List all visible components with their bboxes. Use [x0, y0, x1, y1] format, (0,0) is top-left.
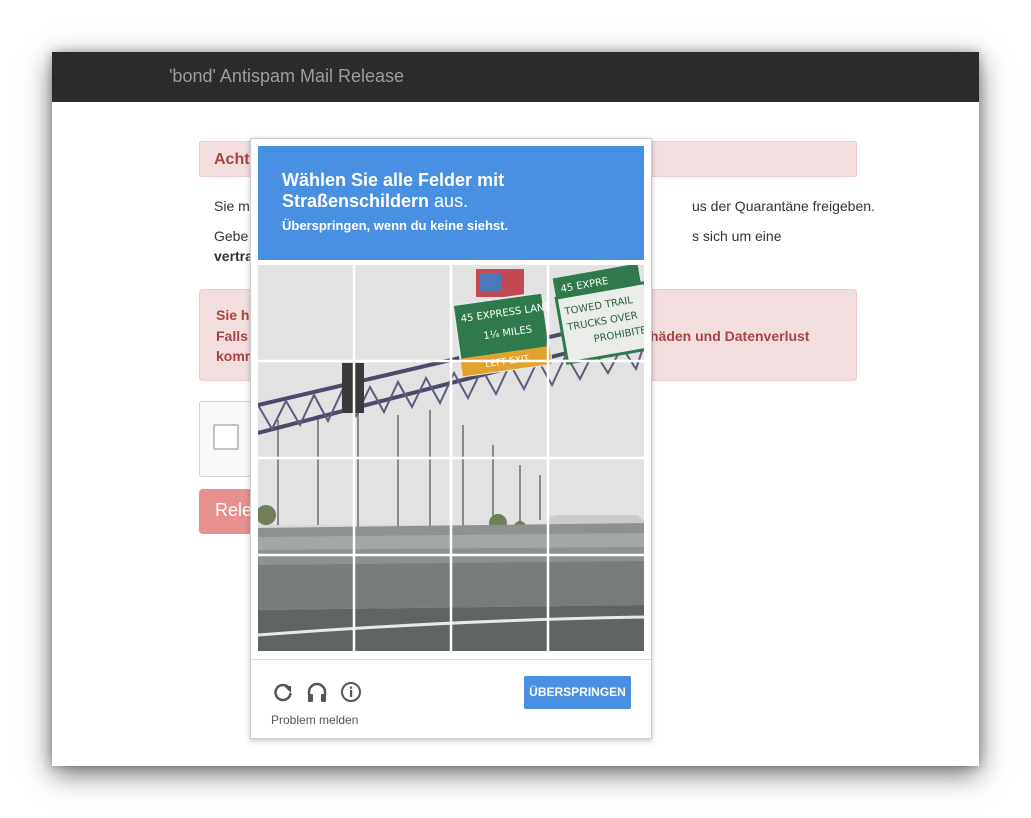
- challenge-keyword: Straßenschildern: [282, 191, 430, 211]
- challenge-keyword-line: Straßenschildern aus.: [282, 191, 468, 212]
- info-icon[interactable]: [340, 681, 362, 703]
- grid-tile-10[interactable]: [355, 459, 450, 554]
- paragraph1-left: Sie m: [214, 198, 250, 214]
- grid-tile-13[interactable]: [258, 556, 353, 651]
- top-navbar: 'bond' Antispam Mail Release: [52, 52, 979, 102]
- paragraph2-right: s sich um eine: [692, 228, 782, 244]
- grid-tile-15[interactable]: [452, 556, 547, 651]
- warning-line-1: Sie h: [216, 307, 250, 323]
- release-button-label: Rele: [215, 500, 253, 520]
- footer-divider: [251, 659, 651, 660]
- reload-icon[interactable]: [272, 681, 294, 703]
- report-problem-link[interactable]: Problem melden: [271, 713, 358, 727]
- headphones-icon[interactable]: [306, 681, 328, 703]
- grid-tile-14[interactable]: [355, 556, 450, 651]
- recaptcha-checkbox[interactable]: [213, 424, 239, 450]
- alert-heading: Acht: [214, 151, 250, 168]
- grid-tile-3[interactable]: [452, 265, 547, 360]
- grid-tile-16[interactable]: [549, 556, 644, 651]
- paragraph1-right: us der Quarantäne freigeben.: [692, 198, 875, 214]
- grid-tile-4[interactable]: [549, 265, 644, 360]
- grid-tile-8[interactable]: [549, 362, 644, 457]
- warning-line-2: Falls: [216, 328, 248, 344]
- recaptcha-challenge-popup: Wählen Sie alle Felder mit Straßenschild…: [250, 138, 652, 739]
- paragraph2-left: Gebe: [214, 228, 249, 244]
- grid-tile-11[interactable]: [452, 459, 547, 554]
- grid-tile-1[interactable]: [258, 265, 353, 360]
- grid-tile-6[interactable]: [355, 362, 450, 457]
- challenge-title-suffix: aus.: [429, 191, 469, 211]
- grid-tile-7[interactable]: [452, 362, 547, 457]
- grid-tile-12[interactable]: [549, 459, 644, 554]
- challenge-header: Wählen Sie alle Felder mit Straßenschild…: [258, 146, 644, 260]
- image-grid: 45 EXPRESS LANE 1¼ MILES LEFT EXIT 45 EX…: [258, 265, 644, 651]
- grid-tile-9[interactable]: [258, 459, 353, 554]
- app-title: 'bond' Antispam Mail Release: [169, 66, 405, 86]
- warning-line-2-right: häden und Datenverlust: [650, 328, 810, 344]
- challenge-title: Wählen Sie alle Felder mit: [282, 170, 505, 190]
- skip-button[interactable]: ÜBERSPRINGEN: [524, 676, 631, 709]
- grid-tile-2[interactable]: [355, 265, 450, 360]
- grid-tile-5[interactable]: [258, 362, 353, 457]
- challenge-subtitle: Überspringen, wenn du keine siehst.: [282, 218, 509, 233]
- paragraph2-bold: vertra: [214, 248, 253, 264]
